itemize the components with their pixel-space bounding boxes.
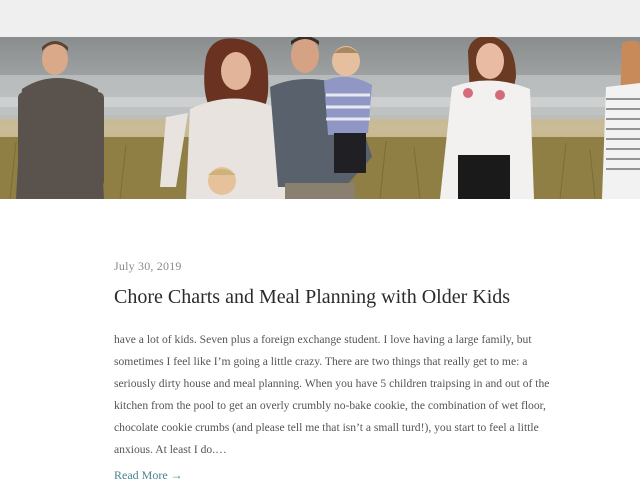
read-more-link[interactable]: Read More → <box>114 466 183 484</box>
person-teen-girl <box>440 37 534 199</box>
post-title[interactable]: Chore Charts and Meal Planning with Olde… <box>114 284 554 310</box>
top-bar <box>0 0 640 37</box>
person-partial-right <box>602 40 640 199</box>
family-beach-photo <box>0 37 640 199</box>
post-date: July 30, 2019 <box>114 259 182 273</box>
person-boy <box>16 41 104 199</box>
blog-post-card: July 30, 2019 Chore Charts and Meal Plan… <box>114 258 554 484</box>
featured-image[interactable] <box>0 37 640 199</box>
person-toddler <box>208 167 236 195</box>
post-excerpt: have a lot of kids. Seven plus a foreign… <box>114 333 550 456</box>
